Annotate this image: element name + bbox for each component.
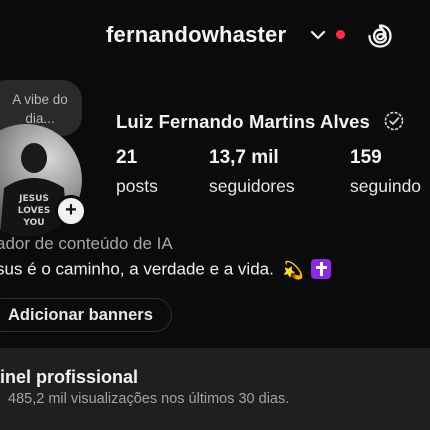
dizzy-star-icon: 💫	[282, 261, 304, 280]
notification-dot	[336, 30, 345, 39]
threads-icon[interactable]	[366, 22, 394, 50]
professional-dashboard[interactable]: ainel profissional 485,2 mil visualizaçõ…	[0, 348, 430, 430]
stat-following[interactable]: 159 seguindo	[350, 147, 421, 199]
svg-text:LOVES: LOVES	[18, 206, 50, 216]
add-story-icon[interactable]: +	[55, 195, 87, 227]
note-line-1: A vibe do	[12, 92, 68, 107]
profile-full-name: Luiz Fernando Martins Alves	[116, 111, 370, 132]
profile-bio: sus é o caminho, a verdade e a vida. 💫	[0, 259, 332, 281]
profile-screen: fernandowhaster A vibe do dia... JESUS L…	[0, 0, 430, 430]
stat-followers-label: seguidores	[209, 176, 295, 196]
bio-text: sus é o caminho, a verdade e a vida.	[0, 259, 274, 279]
stat-following-label: seguindo	[350, 176, 422, 196]
stat-posts[interactable]: 21 posts	[116, 147, 158, 199]
stat-following-value: 159	[350, 147, 382, 168]
profile-category: ador de conteúdo de IA	[0, 234, 173, 253]
svg-text:JESUS: JESUS	[18, 194, 49, 204]
stat-posts-value: 21	[116, 147, 138, 168]
stat-posts-label: posts	[116, 176, 158, 196]
dashboard-subtitle: 485,2 mil visualizações nos últimos 30 d…	[8, 391, 290, 407]
add-banners-button[interactable]: Adicionar banners	[0, 298, 172, 332]
stat-followers[interactable]: 13,7 mil seguidores	[209, 147, 295, 199]
chevron-down-icon[interactable]	[310, 29, 326, 41]
svg-text:YOU: YOU	[22, 218, 44, 228]
profile-header: fernandowhaster	[0, 14, 430, 58]
dashboard-title: ainel profissional	[0, 367, 139, 387]
stat-followers-value: 13,7 mil	[209, 147, 279, 168]
username-switcher[interactable]: fernandowhaster	[106, 22, 286, 48]
verified-badge-icon	[384, 111, 404, 131]
latin-cross-icon	[311, 259, 332, 279]
